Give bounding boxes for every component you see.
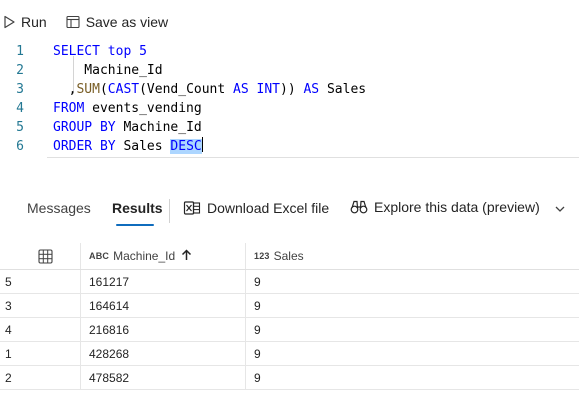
binoculars-icon — [350, 199, 368, 215]
code-line[interactable]: 3 ,SUM(CAST(Vend_Count AS INT)) AS Sales — [0, 80, 579, 99]
table-row[interactable]: 5 161217 9 — [0, 270, 579, 294]
table-row[interactable]: 3 164614 9 — [0, 294, 579, 318]
number-type-badge: 123 — [254, 251, 270, 261]
column-separator[interactable] — [245, 243, 246, 269]
table-row[interactable]: 4 216816 9 — [0, 318, 579, 342]
code-line[interactable]: 5 GROUP BY Machine_Id — [0, 118, 579, 137]
sql-editor[interactable]: 1 SELECT top 52 Machine_Id 3 ,SUM(CAST(Ven… — [0, 36, 579, 156]
code-line[interactable]: 1 SELECT top 5 — [0, 42, 579, 61]
code-line[interactable]: 6 ORDER BY Sales DESC — [0, 137, 579, 156]
column-separator — [245, 342, 246, 365]
row-index[interactable]: 1 — [5, 342, 75, 365]
line-number: 4 — [16, 101, 24, 116]
line-number: 6 — [16, 139, 24, 154]
cell-sales[interactable]: 9 — [254, 270, 454, 293]
tab-divider — [169, 199, 170, 223]
text-caret — [201, 137, 203, 152]
code-token: SUM — [76, 82, 100, 97]
chevron-down-icon[interactable] — [554, 203, 566, 215]
code-token: ORDER BY — [53, 139, 116, 154]
column-separator — [245, 294, 246, 317]
selected-token: DESC — [170, 139, 202, 154]
column-separator — [245, 270, 246, 293]
code-token: (Vend_Count — [139, 82, 234, 97]
code-token: SELECT top 5 — [53, 44, 147, 59]
save-as-view-button[interactable]: Save as view — [65, 8, 168, 36]
download-excel-button[interactable]: Download Excel file — [183, 199, 329, 217]
cell-machine-id[interactable]: 478582 — [89, 366, 239, 389]
run-label: Run — [21, 14, 47, 30]
row-index[interactable]: 5 — [5, 270, 75, 293]
code-line[interactable]: 4 FROM events_vending — [0, 99, 579, 118]
grid-body: 5 161217 9 3 164614 9 4 216816 9 1 428268 9 2 478582 9 — [0, 270, 579, 390]
column-separator[interactable] — [80, 243, 81, 269]
code-text: SELECT top 5 — [53, 42, 147, 61]
cell-machine-id[interactable]: 216816 — [89, 318, 239, 341]
code-token: AS INT — [233, 82, 280, 97]
save-view-icon — [65, 14, 81, 30]
tab-results[interactable]: Results — [112, 200, 163, 216]
play-icon — [2, 15, 16, 29]
code-token: AS — [303, 82, 320, 97]
table-row[interactable]: 2 478582 9 — [0, 366, 579, 390]
grid-header-row: ABC Machine_Id 123 Sales — [0, 243, 579, 270]
save-as-view-label: Save as view — [85, 14, 169, 30]
cell-machine-id[interactable]: 161217 — [89, 270, 239, 293]
row-index[interactable]: 2 — [5, 366, 75, 389]
column-separator — [80, 318, 81, 341]
column-separator — [245, 366, 246, 389]
column-header-sales[interactable]: 123 Sales — [254, 243, 454, 269]
code-token: ( — [99, 82, 108, 97]
code-text: FROM events_vending — [53, 99, 202, 118]
string-type-badge: ABC — [89, 251, 110, 261]
column-header-label: Machine_Id — [113, 249, 176, 263]
code-text: Machine_Id — [53, 61, 163, 80]
code-line[interactable]: 2 Machine_Id — [0, 61, 579, 80]
active-tab-indicator — [116, 224, 154, 226]
line-number: 2 — [16, 63, 24, 78]
line-number: 1 — [16, 44, 24, 59]
column-header-machine-id[interactable]: ABC Machine_Id — [89, 243, 239, 269]
code-text: ,SUM(CAST(Vend_Count AS INT)) AS Sales — [53, 80, 366, 99]
run-button[interactable]: Run — [2, 8, 47, 36]
results-tab-bar: Messages Results Download Excel file Exp… — [0, 190, 579, 230]
download-excel-label: Download Excel file — [207, 200, 330, 216]
column-separator — [80, 342, 81, 365]
column-header-label: Sales — [273, 249, 304, 263]
column-separator — [80, 294, 81, 317]
explore-data-label: Explore this data (preview) — [374, 199, 540, 215]
column-separator — [80, 366, 81, 389]
code-token: events_vending — [84, 101, 202, 116]
line-number: 3 — [16, 82, 24, 97]
editor-divider — [47, 157, 579, 158]
excel-icon — [183, 199, 201, 217]
code-token: Machine_Id — [115, 120, 202, 135]
code-token: GROUP BY — [53, 120, 116, 135]
cell-machine-id[interactable]: 428268 — [89, 342, 239, 365]
cell-sales[interactable]: 9 — [254, 294, 454, 317]
tab-messages[interactable]: Messages — [27, 200, 91, 216]
code-token: CAST — [107, 82, 140, 97]
line-number: 5 — [16, 120, 24, 135]
cell-machine-id[interactable]: 164614 — [89, 294, 239, 317]
row-index[interactable]: 3 — [5, 294, 75, 317]
table-row[interactable]: 1 428268 9 — [0, 342, 579, 366]
results-grid: ABC Machine_Id 123 Sales 5 161217 9 3 164614… — [0, 243, 579, 390]
sort-up-arrow-icon[interactable] — [181, 248, 192, 264]
row-index[interactable]: 4 — [5, 318, 75, 341]
code-token: Sales — [115, 139, 171, 154]
cell-sales[interactable]: 9 — [254, 342, 454, 365]
code-token: )) — [280, 82, 304, 97]
code-token: , — [53, 82, 77, 97]
code-token: Machine_Id — [53, 63, 163, 78]
code-text: ORDER BY Sales DESC — [53, 137, 203, 156]
cell-sales[interactable]: 9 — [254, 318, 454, 341]
code-token: FROM — [53, 101, 85, 116]
column-separator — [245, 318, 246, 341]
explore-data-button[interactable]: Explore this data (preview) — [350, 199, 540, 215]
cell-sales[interactable]: 9 — [254, 366, 454, 389]
code-text: GROUP BY Machine_Id — [53, 118, 202, 137]
code-token: Sales — [319, 82, 367, 97]
column-separator — [80, 270, 81, 293]
